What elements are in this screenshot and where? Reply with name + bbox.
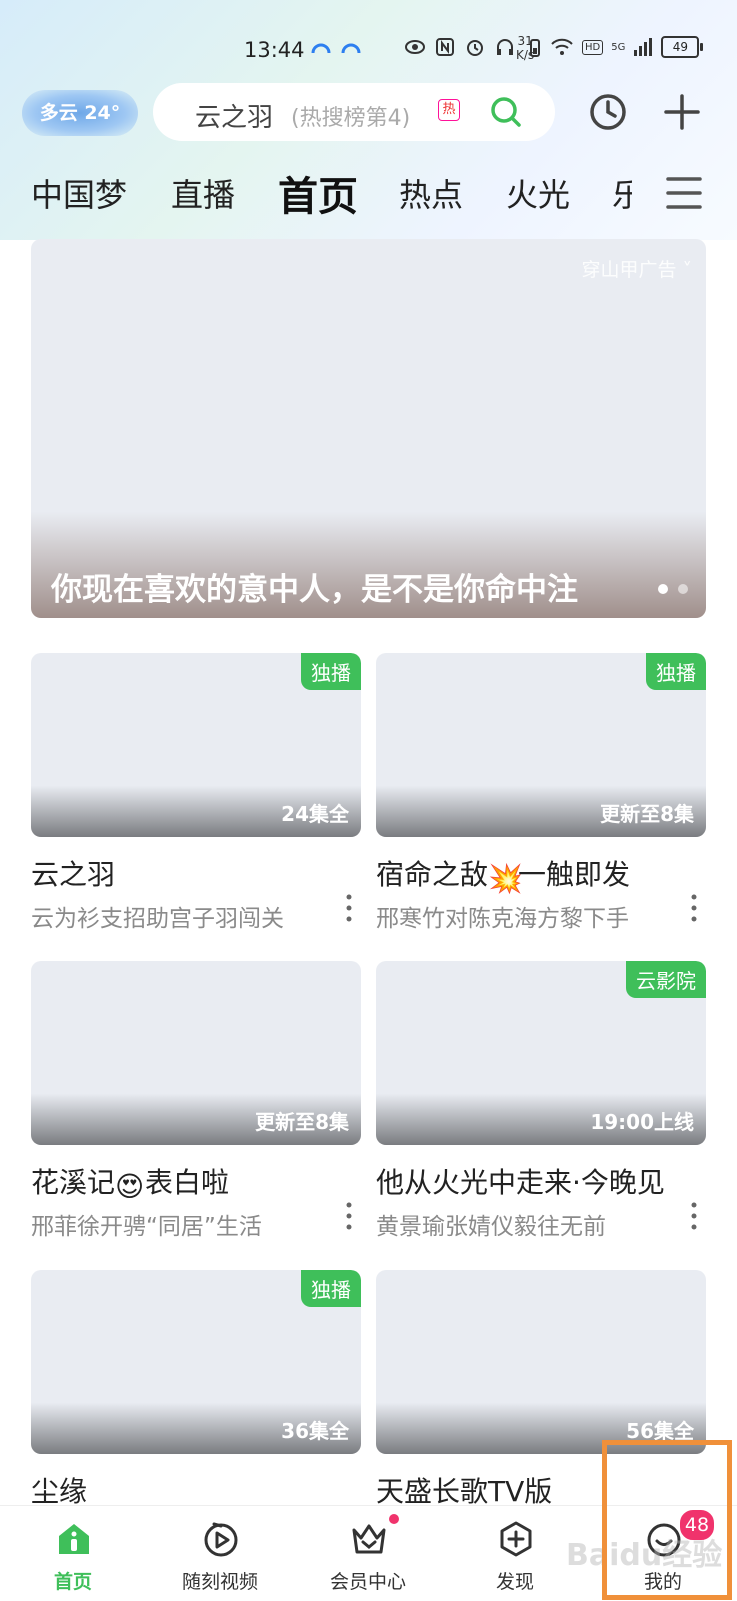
video-subtitle: 黄景瑜张婧仪毅往无前: [376, 1214, 606, 1240]
video-subtitle: 邢寒竹对陈克海方黎下手: [376, 906, 629, 932]
video-card-yunzhiyu[interactable]: 独播 24集全 云之羽 云为衫支招助宫子羽闯关: [31, 653, 361, 933]
video-title[interactable]: 宿命之敌💥一触即发: [376, 853, 706, 895]
video-title[interactable]: 他从火光中走来·今晚见: [376, 1161, 706, 1201]
history-icon[interactable]: [588, 92, 628, 132]
cinema-badge: 云影院: [626, 961, 706, 998]
nav-label: 首页: [53, 1571, 92, 1593]
explosion-emoji: 💥: [488, 862, 523, 895]
episode-count: 24集全: [281, 802, 349, 826]
tab-live[interactable]: 直播: [171, 170, 235, 216]
wifi-icon: [551, 38, 573, 55]
more-options-icon[interactable]: [686, 1201, 702, 1231]
cloud-app-icon-2: [341, 43, 361, 54]
video-title[interactable]: 云之羽: [31, 853, 361, 893]
exclusive-badge: 独播: [301, 1270, 361, 1307]
nav-label: 随刻视频: [181, 1571, 258, 1593]
connectivity-icons: HD 5G 49: [550, 36, 704, 58]
ad-label[interactable]: 穿山甲广告 ˅: [581, 255, 692, 282]
title-suffix: 一触即发: [518, 858, 631, 891]
more-options-icon[interactable]: [341, 1201, 357, 1231]
video-title[interactable]: 花溪记😍表白啦: [31, 1161, 361, 1203]
tab-music[interactable]: 乐: [612, 170, 632, 216]
video-thumbnail[interactable]: 56集全: [376, 1270, 706, 1454]
status-icons: [310, 36, 546, 58]
tab-hot[interactable]: 热点: [399, 170, 463, 216]
search-icon[interactable]: [489, 95, 523, 129]
search-hint: (热搜榜第4): [291, 106, 411, 131]
title-text: 宿命之敌: [376, 858, 489, 891]
episode-count: 36集全: [281, 1419, 349, 1443]
cloud-app-icon: [311, 43, 331, 54]
exclusive-badge: 独播: [646, 653, 706, 690]
hot-tag: 热: [438, 99, 460, 121]
episode-count: 更新至8集: [600, 802, 694, 826]
nav-suike-video[interactable]: 随刻视频: [165, 1506, 275, 1601]
search-query: 云之羽: [195, 103, 274, 133]
video-thumbnail[interactable]: 云影院 19:00上线: [376, 961, 706, 1145]
video-card-suming[interactable]: 独播 更新至8集 宿命之敌💥一触即发 邢寒竹对陈克海方黎下手: [376, 653, 706, 933]
hd-badge: HD: [582, 39, 604, 55]
carousel-dots: [658, 584, 688, 594]
banner-carousel[interactable]: 穿山甲广告 ˅ 你现在喜欢的意中人，是不是你命中注: [31, 239, 706, 618]
battery-indicator: 49: [661, 36, 704, 58]
heart-eyes-emoji: 😍: [115, 1170, 145, 1203]
weather-pill[interactable]: 多云 24°: [22, 90, 138, 136]
video-card-chenyuan[interactable]: 独播 36集全 尘缘: [31, 1270, 361, 1510]
nav-label: 发现: [495, 1571, 534, 1593]
episode-count: 更新至8集: [255, 1110, 349, 1134]
notification-dot: [389, 1514, 399, 1524]
carousel-dot: [678, 584, 688, 594]
video-thumbnail[interactable]: 更新至8集: [31, 961, 361, 1145]
video-thumbnail[interactable]: 独播 36集全: [31, 1270, 361, 1454]
network-type: 5G: [611, 41, 626, 53]
signal-icon: [634, 38, 653, 56]
exclusive-badge: 独播: [301, 653, 361, 690]
network-speed: 31 K/s: [516, 34, 534, 62]
net-speed-value: 31: [517, 34, 533, 48]
alarm-icon: [467, 40, 483, 56]
plus-icon[interactable]: [662, 92, 702, 132]
video-title[interactable]: 尘缘: [31, 1470, 361, 1510]
release-time: 19:00上线: [590, 1110, 694, 1134]
nav-discover[interactable]: 发现: [460, 1506, 570, 1601]
tab-home[interactable]: 首页: [278, 164, 358, 222]
channel-tabs: 中国梦 直播 首页 热点 火光 乐: [0, 170, 737, 230]
carousel-dot-active: [658, 584, 668, 594]
nav-home[interactable]: 首页: [18, 1506, 128, 1601]
video-thumbnail[interactable]: 独播 24集全: [31, 653, 361, 837]
nfc-icon: [436, 38, 454, 56]
search-bar[interactable]: 云之羽 (热搜榜第4) 热: [153, 83, 555, 141]
home-icon: [59, 1524, 89, 1554]
status-bar: 13:44 31 K/s HD 5G 49: [0, 30, 737, 70]
menu-icon[interactable]: [666, 176, 702, 210]
eye-icon: [405, 40, 425, 54]
crown-icon: [352, 1524, 386, 1554]
title-suffix: 表白啦: [145, 1166, 230, 1199]
highlight-annotation: [602, 1440, 732, 1600]
nav-vip-center[interactable]: 会员中心: [313, 1506, 423, 1601]
video-subtitle: 邢菲徐开骋“同居”生活: [31, 1214, 262, 1240]
video-card-huaxiji[interactable]: 更新至8集 花溪记😍表白啦 邢菲徐开骋“同居”生活: [31, 961, 361, 1241]
discover-plus-icon: [500, 1521, 532, 1557]
headphones-icon: [497, 39, 513, 55]
play-circle-icon: [204, 1522, 238, 1557]
more-options-icon[interactable]: [341, 893, 357, 923]
tab-huoguang[interactable]: 火光: [506, 170, 570, 216]
status-time: 13:44: [244, 38, 305, 62]
video-card-huoguang[interactable]: 云影院 19:00上线 他从火光中走来·今晚见 黄景瑜张婧仪毅往无前: [376, 961, 706, 1241]
more-options-icon[interactable]: [686, 893, 702, 923]
net-speed-unit: K/s: [516, 48, 535, 62]
title-text: 花溪记: [31, 1166, 116, 1199]
tab-zhongguomeng[interactable]: 中国梦: [31, 170, 127, 216]
video-subtitle: 云为衫支招助宫子羽闯关: [31, 906, 284, 932]
nav-label: 会员中心: [329, 1571, 406, 1593]
banner-title: 你现在喜欢的意中人，是不是你命中注: [51, 572, 578, 608]
video-thumbnail[interactable]: 独播 更新至8集: [376, 653, 706, 837]
